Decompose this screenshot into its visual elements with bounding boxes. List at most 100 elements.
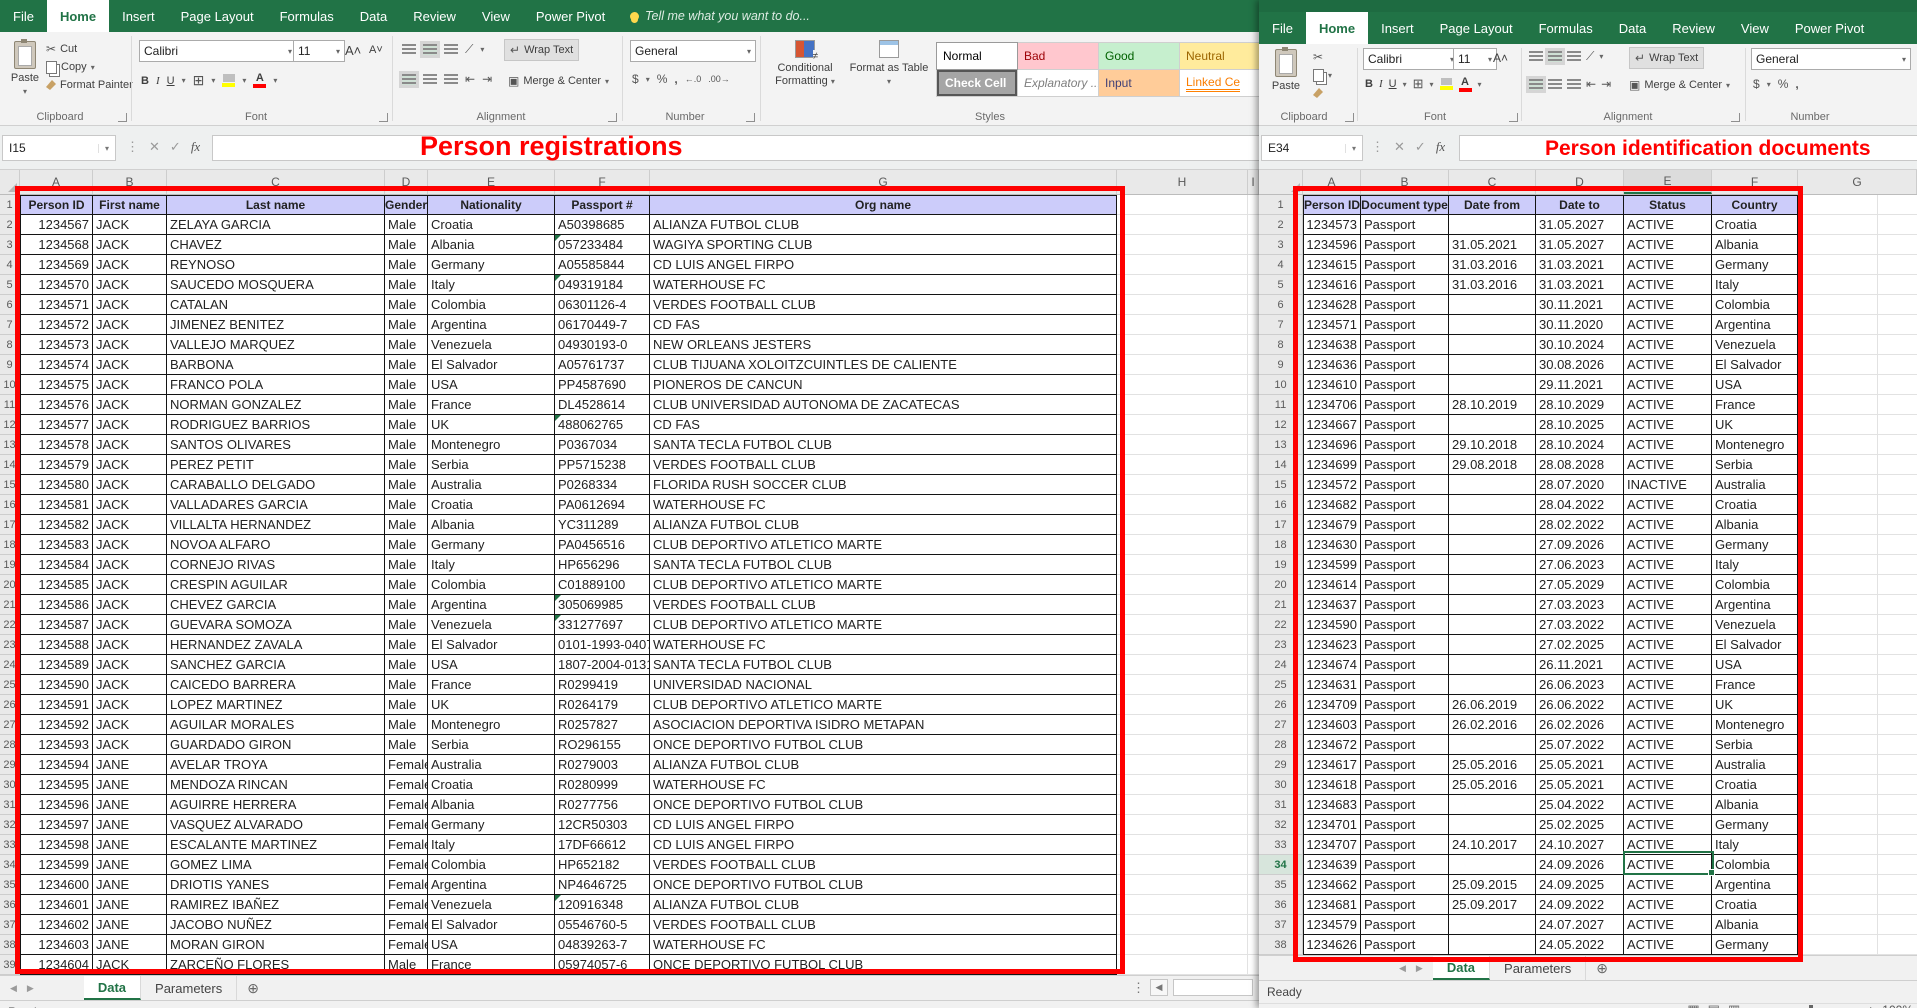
cell[interactable]: Germany	[428, 815, 555, 835]
font-family-combo[interactable]: Calibri▾	[139, 40, 297, 62]
cell[interactable]: Albania	[1712, 235, 1798, 255]
cell[interactable]: WAGIYA SPORTING CLUB	[650, 235, 1117, 255]
cut-button[interactable]: ✂	[1313, 48, 1332, 66]
cell[interactable]	[1449, 495, 1536, 515]
cell[interactable]: 1234589	[20, 655, 93, 675]
cell[interactable]: UK	[428, 695, 555, 715]
cell[interactable]: JACK	[93, 375, 167, 395]
cell[interactable]: JIMENEZ BENITEZ	[167, 315, 385, 335]
cell[interactable]: LOPEZ MARTINEZ	[167, 695, 385, 715]
cell[interactable]: 1234575	[20, 375, 93, 395]
decrease-decimal-button[interactable]: .00→	[708, 74, 730, 84]
row-header-20[interactable]: 20	[0, 575, 20, 595]
format-painter-button[interactable]: Format Painter	[46, 76, 133, 94]
grow-font-button[interactable]: A˄	[341, 40, 365, 60]
cell[interactable]: NORMAN GONZALEZ	[167, 395, 385, 415]
cell[interactable]: JACK	[93, 315, 167, 335]
sheet-tab-parameters[interactable]: Parameters	[141, 976, 237, 1000]
cell[interactable]: 30.10.2024	[1536, 335, 1624, 355]
cell[interactable]: Passport	[1361, 815, 1449, 835]
tab-formulas[interactable]: Formulas	[267, 0, 347, 32]
orientation-button[interactable]: ⟋	[465, 42, 473, 57]
cell[interactable]: WATERHOUSE FC	[650, 775, 1117, 795]
cell[interactable]: 1234571	[1303, 315, 1361, 335]
row-header-33[interactable]: 33	[0, 835, 20, 855]
cell[interactable]: HP652182	[555, 855, 650, 875]
cell[interactable]: R0299419	[555, 675, 650, 695]
cell[interactable]: 25.09.2017	[1449, 895, 1536, 915]
orientation-button[interactable]: ⟋	[1586, 49, 1594, 64]
empty-cells[interactable]	[1117, 235, 1259, 255]
empty-cells[interactable]	[1117, 275, 1259, 295]
empty-cells[interactable]	[1798, 615, 1917, 635]
cell[interactable]: Colombia	[428, 295, 555, 315]
currency-button[interactable]: $	[632, 72, 639, 86]
row-header-22[interactable]: 22	[1259, 615, 1303, 635]
column-header-C[interactable]: C	[1449, 170, 1536, 194]
empty-cells[interactable]	[1117, 735, 1259, 755]
row-header-6[interactable]: 6	[1259, 295, 1303, 315]
cell[interactable]: 28.10.2019	[1449, 395, 1536, 415]
tab-file[interactable]: File	[1259, 12, 1306, 44]
cell[interactable]: VALLADARES GARCIA	[167, 495, 385, 515]
cell[interactable]: Passport	[1361, 375, 1449, 395]
cell[interactable]: CARABALLO DELGADO	[167, 475, 385, 495]
cell[interactable]: JACK	[93, 435, 167, 455]
empty-cells[interactable]	[1798, 355, 1917, 375]
cell[interactable]: 1234584	[20, 555, 93, 575]
row-header-31[interactable]: 31	[0, 795, 20, 815]
cell[interactable]: Serbia	[1712, 735, 1798, 755]
row-header-5[interactable]: 5	[0, 275, 20, 295]
cell[interactable]: Male	[385, 615, 428, 635]
cell[interactable]: R0257827	[555, 715, 650, 735]
bold-button[interactable]: B	[141, 75, 149, 87]
row-header-1[interactable]: 1	[1259, 195, 1303, 215]
cell[interactable]: 04930193-0	[555, 335, 650, 355]
cell[interactable]: Female	[385, 815, 428, 835]
empty-cells[interactable]	[1798, 575, 1917, 595]
cell[interactable]: ACTIVE	[1624, 795, 1712, 815]
empty-cells[interactable]	[1798, 295, 1917, 315]
empty-cells[interactable]	[1798, 495, 1917, 515]
cell[interactable]: 1234707	[1303, 835, 1361, 855]
cell[interactable]: 25.05.2016	[1449, 775, 1536, 795]
row-header-2[interactable]: 2	[1259, 215, 1303, 235]
empty-cells[interactable]	[1117, 395, 1259, 415]
cell[interactable]	[1449, 635, 1536, 655]
cell[interactable]: CLUB DEPORTIVO ATLETICO MARTE	[650, 575, 1117, 595]
cell[interactable]: 1234574	[20, 355, 93, 375]
comma-button[interactable]: ,	[1795, 77, 1798, 91]
cell[interactable]: Albania	[1712, 915, 1798, 935]
align-top-icon[interactable]	[402, 44, 416, 55]
cell[interactable]: 1234681	[1303, 895, 1361, 915]
empty-cells[interactable]	[1798, 875, 1917, 895]
cell[interactable]: 1234572	[1303, 475, 1361, 495]
empty-cells[interactable]	[1798, 475, 1917, 495]
cell[interactable]	[1449, 595, 1536, 615]
new-sheet-button[interactable]: ⊕	[1586, 956, 1618, 980]
cell[interactable]	[1449, 855, 1536, 875]
cell[interactable]: CD FAS	[650, 415, 1117, 435]
cell[interactable]: 1234637	[1303, 595, 1361, 615]
cell[interactable]: FLORIDA RUSH SOCCER CLUB	[650, 475, 1117, 495]
empty-cells[interactable]	[1798, 855, 1917, 875]
empty-cells[interactable]	[1798, 915, 1917, 935]
cell[interactable]: FRANCO POLA	[167, 375, 385, 395]
cell[interactable]: GOMEZ LIMA	[167, 855, 385, 875]
decrease-indent-icon[interactable]: ⇤	[1586, 77, 1596, 91]
empty-cells[interactable]	[1117, 455, 1259, 475]
cell[interactable]: 27.06.2023	[1536, 555, 1624, 575]
empty-cells[interactable]	[1117, 815, 1259, 835]
cell[interactable]: 488062765	[555, 415, 650, 435]
cell[interactable]: 1234603	[20, 935, 93, 955]
cell[interactable]: WATERHOUSE FC	[650, 275, 1117, 295]
cell[interactable]: 1234701	[1303, 815, 1361, 835]
cell[interactable]: Croatia	[428, 495, 555, 515]
cell[interactable]	[1449, 575, 1536, 595]
cell[interactable]	[1449, 215, 1536, 235]
enter-icon[interactable]: ✓	[1415, 139, 1426, 155]
cell[interactable]: Passport	[1361, 335, 1449, 355]
row-header-13[interactable]: 13	[1259, 435, 1303, 455]
cell[interactable]: ALIANZA FUTBOL CLUB	[650, 515, 1117, 535]
column-header-E[interactable]: E	[428, 170, 555, 194]
